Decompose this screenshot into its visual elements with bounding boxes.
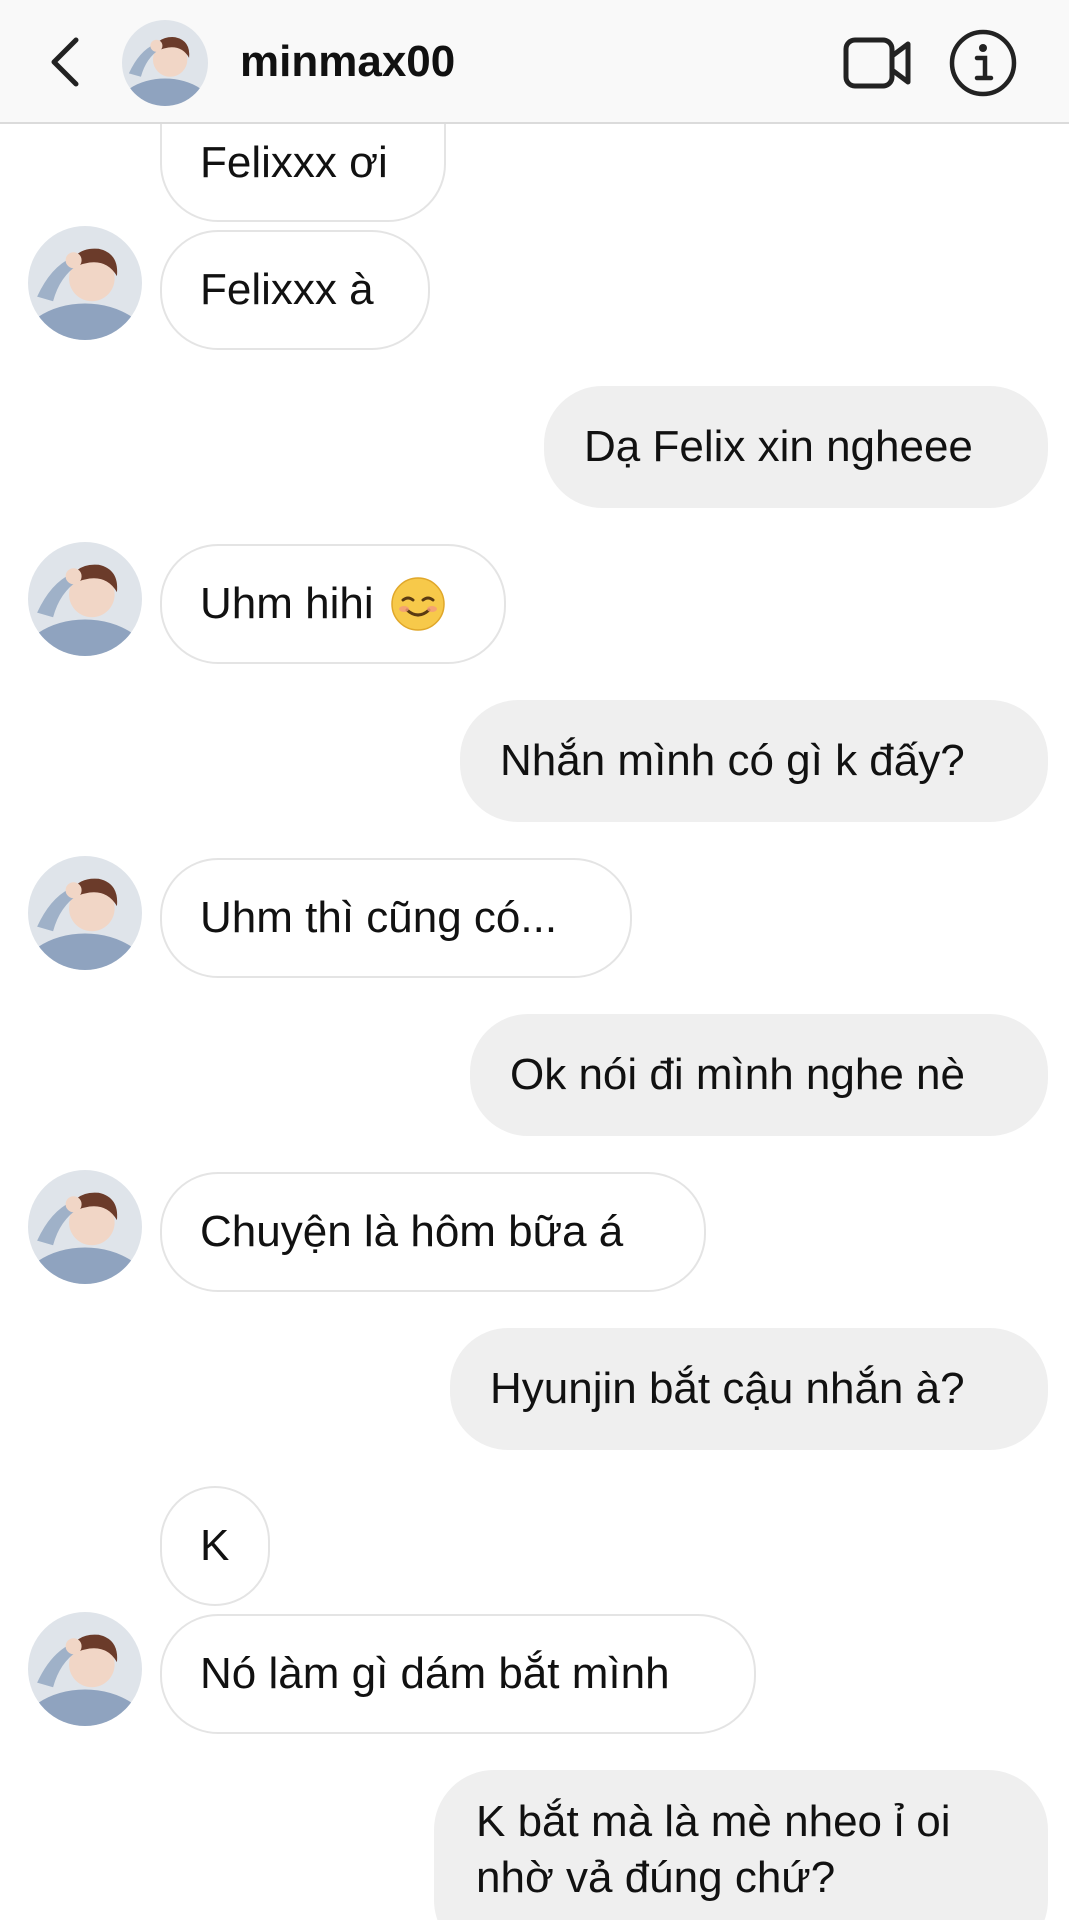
profile-photo: [28, 226, 142, 340]
message-text: Felixxx ơi: [200, 138, 388, 187]
chevron-left-icon: [51, 37, 79, 87]
message-text: Uhm hihi: [200, 579, 374, 628]
message-bubble[interactable]: Dạ Felix xin ngheee: [544, 386, 1048, 508]
message-bubble[interactable]: Ok nói đi mình nghe nè: [470, 1014, 1048, 1136]
profile-photo: [122, 20, 208, 106]
avatar: [28, 1170, 142, 1284]
message-text: Uhm thì cũng có...: [200, 893, 558, 942]
video-camera-icon: [843, 37, 911, 89]
message-text: Chuyện là hôm bữa á: [200, 1207, 624, 1256]
message-bubble[interactable]: Uhm hihi: [160, 544, 506, 664]
message-bubble[interactable]: Felixxx à: [160, 230, 430, 350]
message-bubble[interactable]: Uhm thì cũng có...: [160, 858, 632, 978]
avatar: [28, 1612, 142, 1726]
chat-screen: minmax00 Felixxx ơi Felixxx à Dạ Felix x…: [0, 0, 1069, 1920]
message-bubble[interactable]: K bắt mà là mè nheo ỉ oi nhờ vả đúng chứ…: [434, 1770, 1048, 1920]
message-text: Nó làm gì dám bắt mình: [200, 1649, 670, 1698]
avatar: [28, 542, 142, 656]
chat-header: minmax00: [0, 0, 1069, 124]
message-text: K: [200, 1521, 230, 1570]
video-call-button[interactable]: [842, 30, 914, 96]
message-bubble[interactable]: K: [160, 1486, 270, 1606]
message-text: Nhắn mình có gì k đấy?: [500, 736, 965, 785]
profile-photo: [28, 856, 142, 970]
message-text: Ok nói đi mình nghe nè: [510, 1050, 965, 1099]
message-text: Dạ Felix xin ngheee: [584, 422, 973, 471]
profile-photo: [28, 542, 142, 656]
avatar: [28, 856, 142, 970]
message-text: Felixxx à: [200, 265, 374, 314]
message-text: K bắt mà là mè nheo ỉ oi nhờ vả đúng chứ…: [476, 1797, 951, 1902]
message-bubble[interactable]: Nó làm gì dám bắt mình: [160, 1614, 756, 1734]
smiling-face-icon: [390, 577, 445, 631]
profile-photo: [28, 1170, 142, 1284]
message-bubble[interactable]: Chuyện là hôm bữa á: [160, 1172, 706, 1292]
chat-username[interactable]: minmax00: [240, 34, 455, 90]
avatar: [28, 226, 142, 340]
info-button[interactable]: [948, 28, 1018, 98]
back-button[interactable]: [40, 30, 90, 94]
avatar[interactable]: [122, 20, 208, 106]
info-icon: [949, 29, 1017, 97]
message-bubble[interactable]: Hyunjin bắt cậu nhắn à?: [450, 1328, 1048, 1450]
message-text: Hyunjin bắt cậu nhắn à?: [490, 1364, 965, 1413]
profile-photo: [28, 1612, 142, 1726]
message-bubble[interactable]: Nhắn mình có gì k đấy?: [460, 700, 1048, 822]
